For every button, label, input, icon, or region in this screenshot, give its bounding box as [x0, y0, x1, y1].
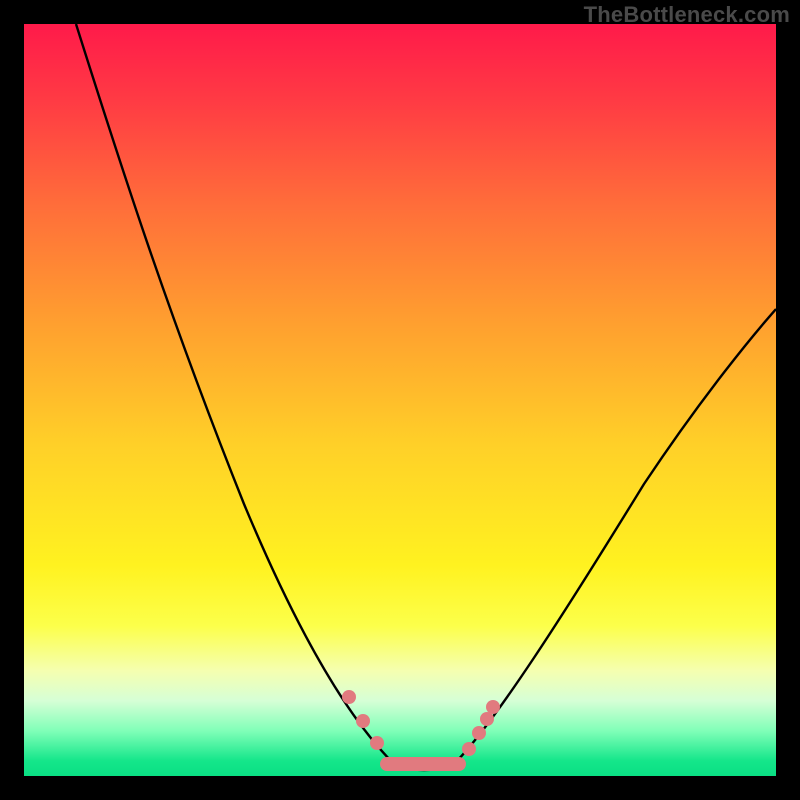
bottleneck-curve — [24, 24, 776, 776]
marker-dot-right-1 — [462, 742, 476, 756]
marker-dot-right-2 — [472, 726, 486, 740]
marker-dot-right-4 — [486, 700, 500, 714]
marker-dot-left-3 — [370, 736, 384, 750]
marker-valley-strip — [380, 757, 466, 771]
watermark-text: TheBottleneck.com — [584, 2, 790, 28]
marker-dot-right-3 — [480, 712, 494, 726]
curve-right — [454, 309, 776, 764]
marker-dot-left-1 — [342, 690, 356, 704]
marker-dot-left-2 — [356, 714, 370, 728]
plot-area — [24, 24, 776, 776]
curve-left — [76, 24, 394, 764]
